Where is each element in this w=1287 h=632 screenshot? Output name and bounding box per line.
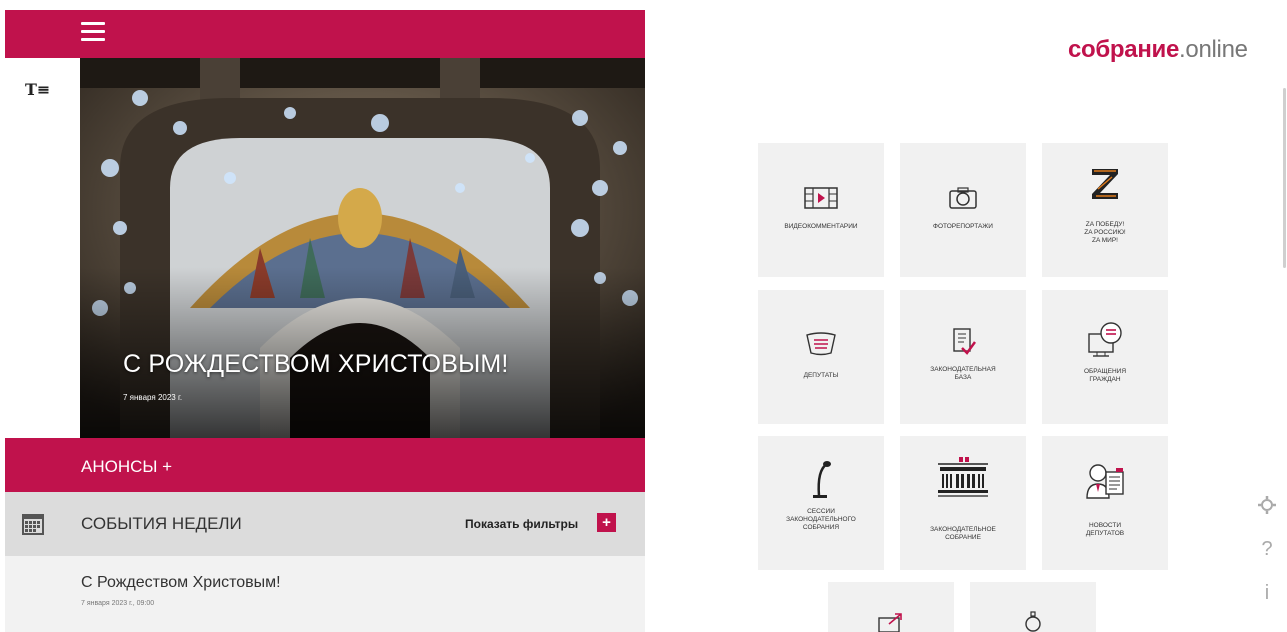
help-button[interactable]: ?	[1252, 538, 1282, 561]
stopwatch-icon	[1025, 611, 1041, 632]
tile-label: ДЕПУТАТЫ	[803, 372, 839, 379]
tile-partial-1[interactable]	[828, 582, 954, 632]
z-ribbon-icon	[1092, 169, 1118, 199]
tile-label-line: ГРАЖДАН	[1089, 376, 1121, 383]
info-button[interactable]: i	[1252, 582, 1282, 605]
announcements-bar[interactable]: АНОНСЫ +	[5, 438, 645, 492]
video-icon	[804, 187, 838, 209]
show-filters-button[interactable]: +	[597, 513, 616, 532]
tile-label-line: БАЗА	[954, 374, 972, 381]
legislative-doc-icon	[953, 328, 976, 355]
event-list-item[interactable]: С Рождеством Христовым! 7 января 2023 г.…	[5, 556, 645, 632]
tile-label-line: ЗАКОНОДАТЕЛЬНОГО	[786, 516, 856, 523]
top-bar	[5, 10, 645, 58]
events-label: СОБЫТИЯ НЕДЕЛИ	[81, 514, 242, 533]
left-panel: T≡ С РОЖДЕСТВОМ ХРИСТОВЫМ! 7 января 2023…	[5, 10, 645, 632]
hero-date: 7 января 2023 г.	[123, 393, 183, 402]
tile-deputies-news[interactable]: НОВОСТИ ДЕПУТАТОВ	[1042, 436, 1168, 570]
show-filters-link[interactable]: Показать фильтры	[465, 517, 578, 531]
logo-suffix: .online	[1179, 36, 1248, 63]
hero-image	[80, 58, 645, 438]
calendar-icon	[22, 514, 44, 535]
tile-label-line: ЗАКОНОДАТЕЛЬНОЕ	[930, 526, 996, 533]
tile-photo-reports[interactable]: ФОТОРЕПОРТАЖИ	[900, 143, 1026, 277]
right-panel: собрание.online ВИДЕОКОММЕНТАРИИ ФОТОРЕП…	[650, 0, 1287, 632]
camera-icon	[949, 187, 977, 209]
announcements-label: АНОНСЫ +	[81, 457, 173, 476]
side-toolbar: ? i	[1252, 486, 1282, 616]
tile-video-comments[interactable]: ВИДЕОКОММЕНТАРИИ	[758, 143, 884, 277]
tile-label-line: ZA МИР!	[1092, 237, 1118, 244]
hero-title[interactable]: С РОЖДЕСТВОМ ХРИСТОВЫМ!	[123, 350, 509, 379]
tile-label-line: ZA РОССИЮ!	[1084, 229, 1126, 236]
gear-icon[interactable]	[1258, 496, 1276, 514]
event-title[interactable]: С Рождеством Христовым!	[81, 574, 281, 592]
tile-label-line: ZA ПОБЕДУ!	[1085, 221, 1125, 228]
site-logo[interactable]: собрание.online	[1068, 36, 1248, 64]
tile-legislative-assembly[interactable]: ЗАКОНОДАТЕЛЬНОЕ СОБРАНИЕ	[900, 436, 1026, 570]
hamburger-icon[interactable]	[81, 22, 105, 42]
building-icon	[938, 457, 988, 497]
tile-label: ФОТОРЕПОРТАЖИ	[933, 223, 993, 230]
tile-label-line: ОБРАЩЕНИЯ	[1083, 368, 1127, 375]
tile-deputies[interactable]: ДЕПУТАТЫ	[758, 290, 884, 424]
logo-name: собрание	[1068, 36, 1180, 63]
tile-assembly-sessions[interactable]: СЕССИИ ЗАКОНОДАТЕЛЬНОГО СОБРАНИЯ	[758, 436, 884, 570]
hero-banner[interactable]: С РОЖДЕСТВОМ ХРИСТОВЫМ! 7 января 2023 г.	[80, 58, 645, 438]
tile-label-line: СЕССИИ	[807, 508, 835, 515]
tile-legislative-base[interactable]: ЗАКОНОДАТЕЛЬНАЯ БАЗА	[900, 290, 1026, 424]
tile-label: ВИДЕОКОММЕНТАРИИ	[784, 223, 858, 230]
tile-za-pobedu[interactable]: ZA ПОБЕДУ! ZA РОССИЮ! ZA МИР!	[1042, 143, 1168, 277]
deputy-news-icon	[1086, 464, 1124, 499]
microphone-icon	[813, 461, 831, 498]
tile-label-line: СОБРАНИЯ	[802, 524, 840, 531]
font-size-toggle[interactable]: T≡	[25, 80, 50, 99]
event-date: 7 января 2023 г., 09:00	[81, 600, 155, 607]
events-bar: СОБЫТИЯ НЕДЕЛИ Показать фильтры +	[5, 492, 645, 556]
appeals-icon	[1088, 322, 1122, 357]
scrollbar[interactable]	[1283, 88, 1286, 268]
tile-label-line: ЗАКОНОДАТЕЛЬНАЯ	[930, 366, 996, 373]
tile-label-line: ДЕПУТАТОВ	[1085, 530, 1125, 537]
external-link-icon	[878, 613, 902, 632]
tile-label-line: НОВОСТИ	[1088, 522, 1122, 529]
tile-citizen-appeals[interactable]: ОБРАЩЕНИЯ ГРАЖДАН	[1042, 290, 1168, 424]
tile-label-line: СОБРАНИЕ	[945, 534, 981, 541]
tile-partial-2[interactable]	[970, 582, 1096, 632]
deputies-icon	[806, 332, 836, 356]
